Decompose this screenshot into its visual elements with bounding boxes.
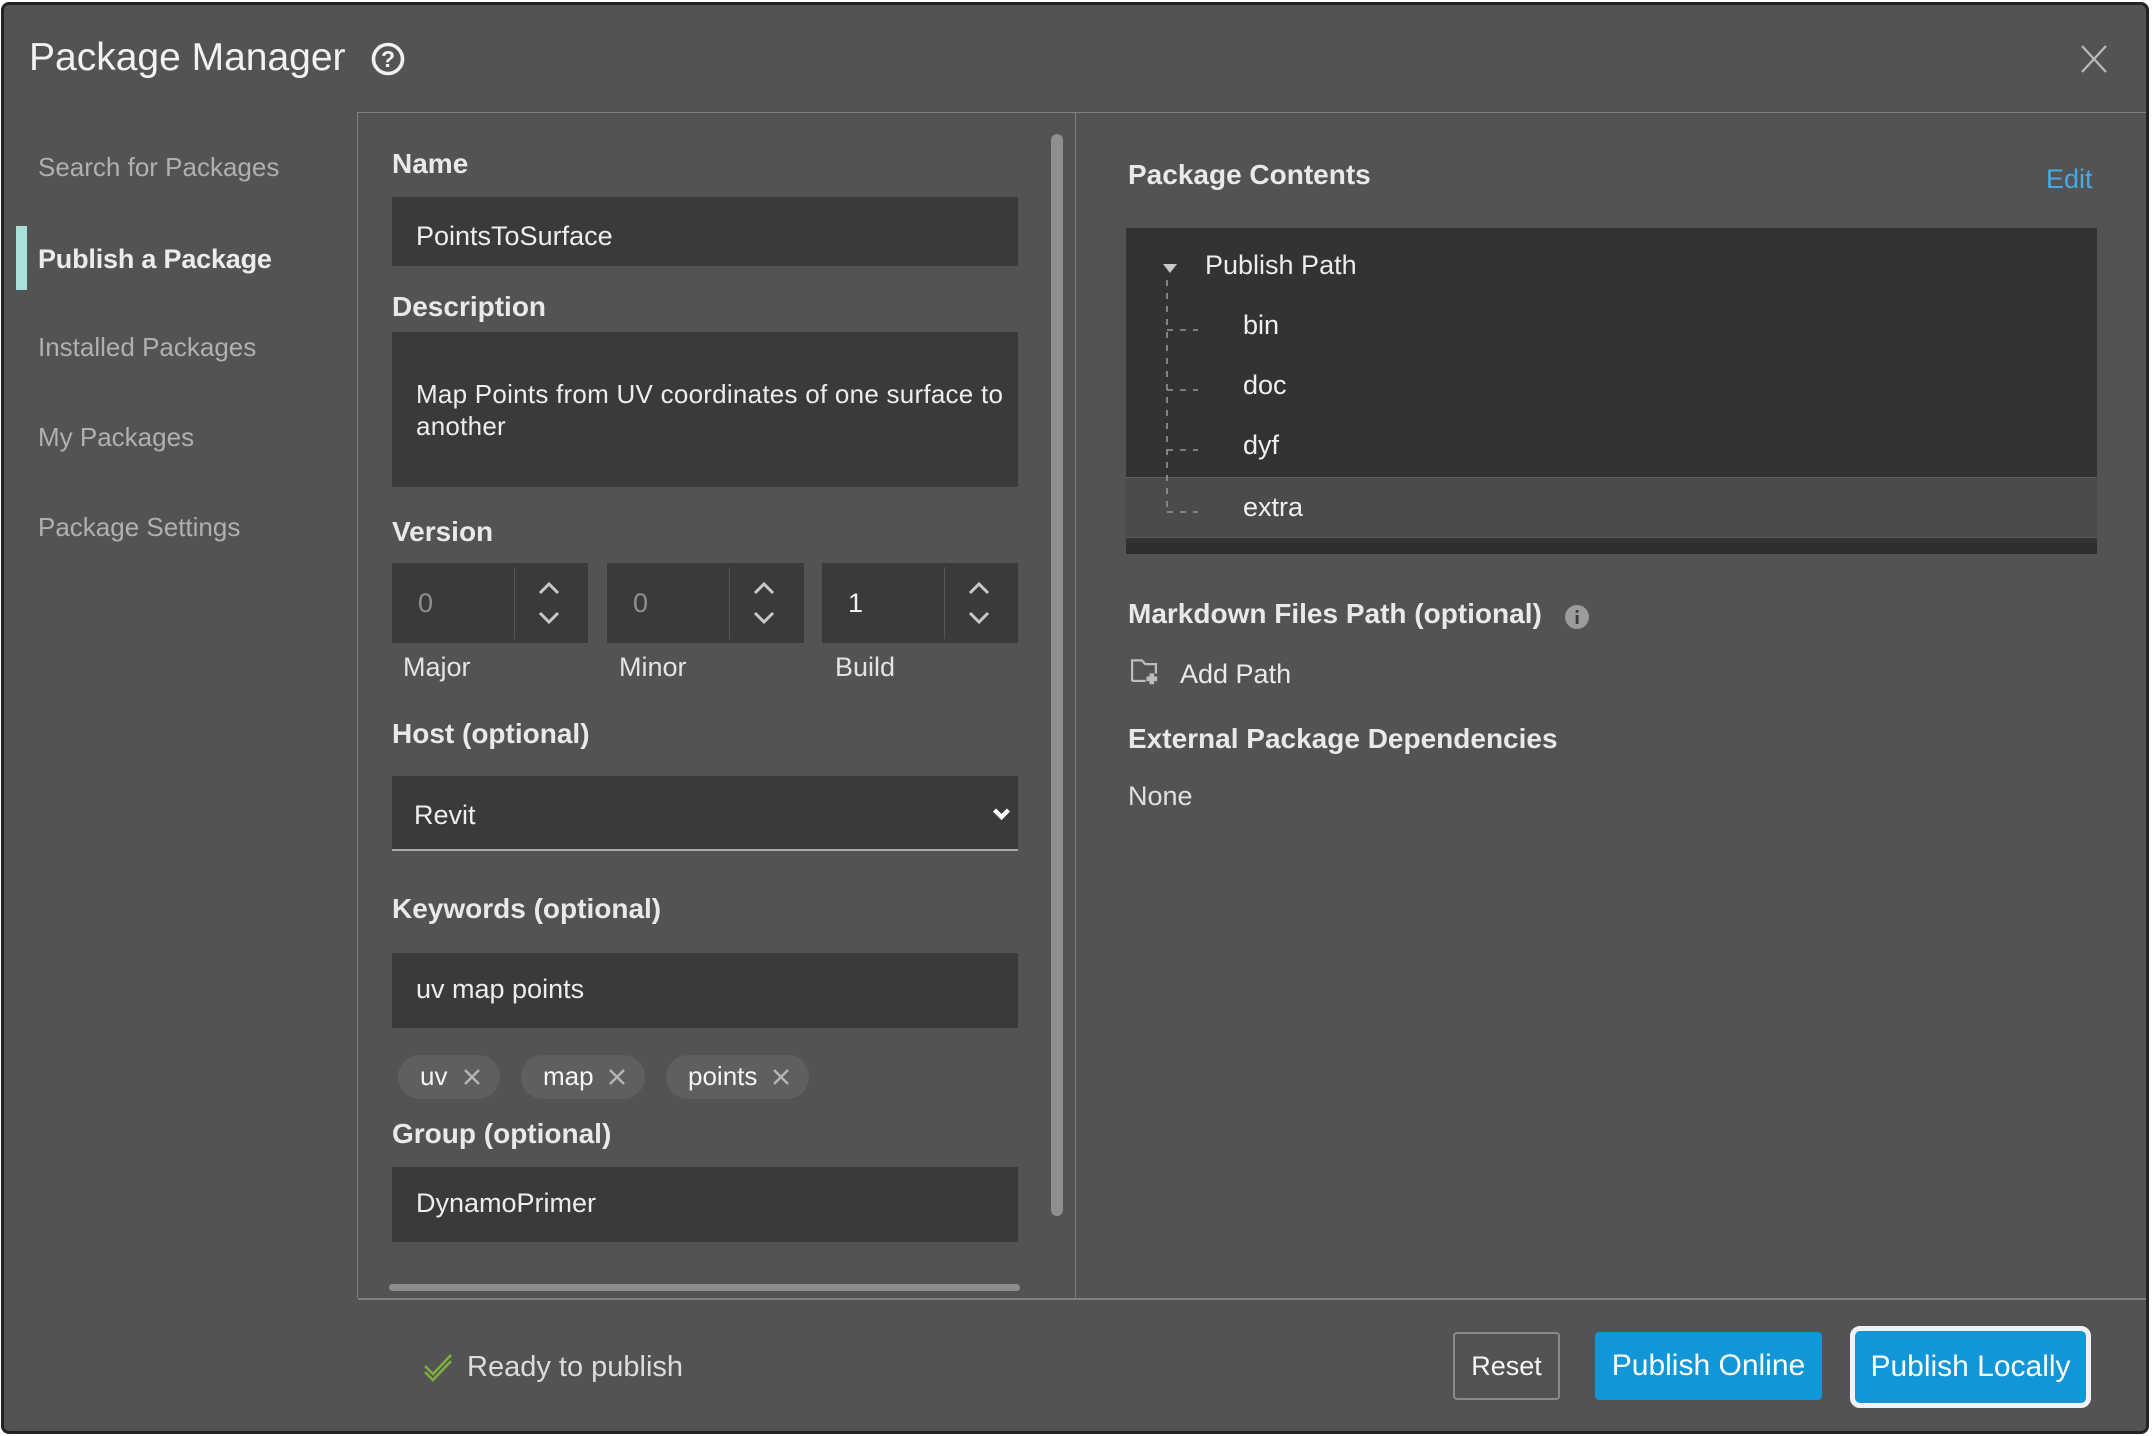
svg-text:?: ? xyxy=(381,46,395,72)
